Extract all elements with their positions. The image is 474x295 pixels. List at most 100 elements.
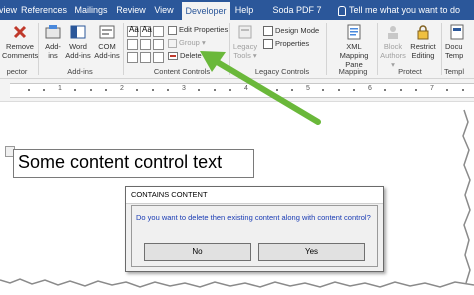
com-addins-button[interactable]: COM Add-ins bbox=[93, 24, 121, 60]
restrict-label-1: Restrict bbox=[410, 42, 436, 51]
addins-label-1: Add- bbox=[45, 42, 61, 51]
design-mode-button[interactable]: Design Mode bbox=[263, 26, 320, 37]
doc-template-label-2: Temp bbox=[445, 51, 464, 60]
ruler-tick bbox=[462, 89, 464, 91]
restrict-editing-button[interactable]: Restrict Editing bbox=[408, 24, 438, 60]
dialog-body: Do you want to delete then existing cont… bbox=[131, 205, 378, 267]
addins-button[interactable]: Add- ins bbox=[42, 24, 64, 60]
xml-mapping-icon bbox=[347, 24, 361, 40]
properties-button[interactable]: Properties bbox=[263, 39, 310, 50]
tab-review-partial[interactable]: view bbox=[0, 0, 20, 20]
repeating-section-control-icon[interactable] bbox=[153, 52, 164, 63]
ruler-number: 5 bbox=[306, 85, 310, 92]
ruler-tick bbox=[322, 89, 324, 91]
no-button[interactable]: No bbox=[144, 243, 251, 261]
comments-label: Comments bbox=[2, 51, 39, 60]
red-x-icon bbox=[13, 25, 27, 39]
ruler-tick bbox=[276, 89, 278, 91]
dialog-title-bar: CONTAINS CONTENT bbox=[126, 187, 383, 204]
content-control[interactable]: Some content control text bbox=[13, 149, 254, 178]
ruler-number: 6 bbox=[368, 85, 372, 92]
properties-list-icon bbox=[263, 39, 273, 50]
ruler-tick bbox=[198, 89, 200, 91]
checkbox-control-icon[interactable] bbox=[140, 39, 151, 50]
picture-control-icon[interactable] bbox=[153, 26, 164, 37]
com-addins-label-2: Add-ins bbox=[94, 51, 120, 60]
ruler-tick bbox=[400, 89, 402, 91]
date-picker-control-icon[interactable] bbox=[140, 52, 151, 63]
tab-mailings[interactable]: Mailings bbox=[70, 0, 112, 20]
block-authors-button[interactable]: Block Authors ▾ bbox=[379, 24, 407, 69]
legacy-label-1: Legacy bbox=[232, 42, 258, 51]
tab-review[interactable]: Review bbox=[114, 0, 148, 20]
com-addins-icon bbox=[99, 25, 115, 39]
addins-icon bbox=[45, 25, 61, 39]
ruler-tick bbox=[28, 89, 30, 91]
word-addins-icon bbox=[70, 25, 86, 39]
tab-view[interactable]: View bbox=[150, 0, 178, 20]
ruler-number: 3 bbox=[182, 85, 186, 92]
block-authors-icon bbox=[388, 26, 398, 39]
document-template-button[interactable]: Docu Temp bbox=[445, 24, 474, 60]
dropdown-control-icon[interactable] bbox=[127, 52, 138, 63]
group-icon bbox=[168, 38, 177, 48]
xml-mapping-pane-button[interactable]: XML Mapping Pane bbox=[332, 24, 376, 69]
ruler-tick bbox=[353, 89, 355, 91]
tab-references[interactable]: References bbox=[20, 0, 68, 20]
word-addins-button[interactable]: Word Add-ins bbox=[64, 24, 92, 60]
group-separator bbox=[326, 23, 327, 75]
design-mode-label: Design Mode bbox=[275, 26, 320, 35]
lock-icon bbox=[417, 25, 429, 40]
word-addins-label-1: Word bbox=[69, 42, 87, 51]
chevron-down-icon: ▾ bbox=[201, 38, 206, 47]
edit-properties-button[interactable]: Edit Properties bbox=[168, 25, 228, 35]
group-separator bbox=[377, 23, 378, 75]
properties-icon bbox=[168, 25, 177, 35]
ruler-tick bbox=[384, 89, 386, 91]
rich-text-control-icon[interactable]: Aa bbox=[127, 25, 139, 37]
tell-me-search[interactable]: Tell me what you want to do bbox=[338, 0, 474, 20]
protect-group-label: Protect bbox=[398, 67, 422, 76]
plain-text-control-icon[interactable]: Aa bbox=[140, 25, 152, 37]
group-separator bbox=[123, 23, 124, 75]
templates-group-label: Templ bbox=[444, 67, 465, 76]
legacy-tools-button[interactable]: Legacy Tools ▾ bbox=[231, 24, 259, 60]
addins-label-2: ins bbox=[48, 51, 58, 60]
design-mode-icon bbox=[263, 26, 273, 37]
legacy-controls-group-label: Legacy Controls bbox=[254, 67, 310, 76]
ruler-tick bbox=[136, 89, 138, 91]
combo-box-control-icon[interactable] bbox=[153, 39, 164, 50]
delete-label: Delete bbox=[180, 51, 202, 60]
tab-help[interactable]: Help bbox=[232, 0, 256, 20]
restrict-label-2: Editing bbox=[411, 51, 435, 60]
addins-group-label: Add-ins bbox=[67, 67, 93, 76]
doc-template-label-1: Docu bbox=[445, 42, 463, 51]
yes-button[interactable]: Yes bbox=[258, 243, 365, 261]
ruler-number: 2 bbox=[120, 85, 124, 92]
group-separator bbox=[441, 23, 442, 75]
xml-mapping-label-1: XML Mapping bbox=[339, 42, 369, 60]
group-label: Group bbox=[179, 38, 200, 47]
content-control-text: Some content control text bbox=[18, 152, 223, 172]
ruler-number: 4 bbox=[244, 85, 248, 92]
ruler-tick bbox=[446, 89, 448, 91]
lightbulb-icon bbox=[338, 5, 346, 16]
ruler-tick bbox=[167, 89, 169, 91]
inspector-group-label: pector bbox=[6, 67, 28, 76]
delete-button[interactable]: Delete bbox=[168, 51, 202, 61]
group-separator bbox=[38, 23, 39, 75]
com-addins-label-1: COM bbox=[98, 42, 116, 51]
legacy-tools-icon bbox=[238, 25, 252, 39]
ruler-tick bbox=[90, 89, 92, 91]
remove-comments-button[interactable]: Remove Comments bbox=[2, 24, 38, 60]
horizontal-ruler: 1 2 3 4 5 6 7 bbox=[0, 79, 474, 102]
tab-soda-pdf[interactable]: Soda PDF 7 Creator bbox=[262, 0, 332, 35]
tab-developer[interactable]: Developer bbox=[182, 2, 230, 20]
block-label-1: Block bbox=[383, 42, 403, 51]
properties-label: Properties bbox=[275, 39, 310, 48]
group-button[interactable]: Group ▾ bbox=[168, 38, 206, 48]
ruler-number: 1 bbox=[58, 85, 62, 92]
building-block-control-icon[interactable] bbox=[127, 39, 138, 50]
ruler-tick bbox=[105, 89, 107, 91]
ruler-tick bbox=[338, 89, 340, 91]
